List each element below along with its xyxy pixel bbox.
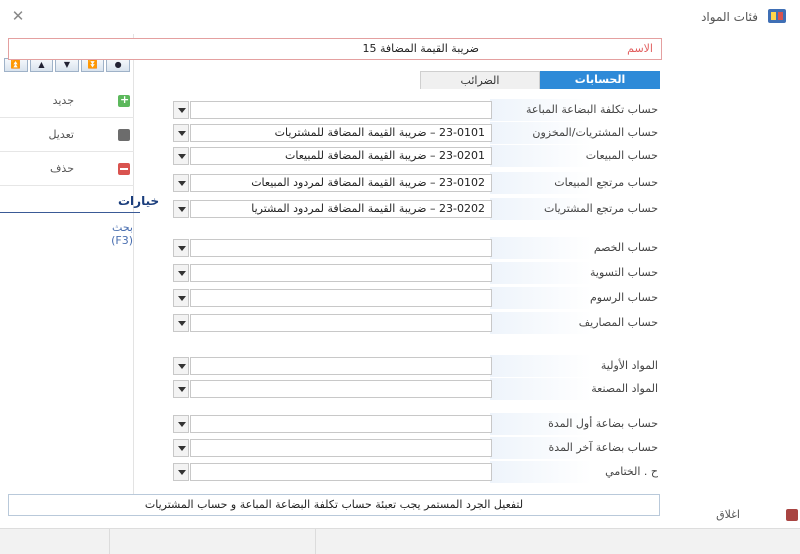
window-title: فئات المواد — [701, 10, 758, 24]
chevron-down-icon[interactable] — [173, 314, 189, 332]
purchases-account-row: حساب المشتريات/المخزون 23-0101 – ضريبة ا… — [172, 122, 660, 144]
raw-materials-select[interactable] — [190, 357, 492, 375]
last-record-button[interactable]: ⏬ — [80, 58, 105, 72]
tab-strip: الضرائب الحسابات — [420, 71, 660, 89]
delete-button[interactable]: حذف — [0, 152, 134, 186]
field-label: حساب المصاريف — [490, 312, 660, 334]
chevron-down-icon[interactable] — [173, 101, 189, 119]
purchases-return-account-select[interactable]: 23-0202 – ضريبة القيمة المضافة لمردود ال… — [190, 200, 492, 218]
tab-taxes[interactable]: الضرائب — [420, 71, 540, 89]
sales-return-account-row: حساب مرتجع المبيعات 23-0102 – ضريبة القي… — [172, 172, 660, 194]
manufactured-materials-row: المواد المصنعة — [172, 378, 660, 400]
edit-icon — [118, 129, 130, 141]
perpetual-inventory-note: لتفعيل الجرد المستمر يجب تعبئة حساب تكلف… — [8, 494, 660, 516]
options-divider — [0, 212, 140, 213]
first-record-button[interactable]: ⏫ — [4, 58, 28, 72]
search-link[interactable]: بحث (F3) — [90, 221, 133, 247]
chevron-down-icon[interactable] — [173, 289, 189, 307]
fees-account-row: حساب الرسوم — [172, 287, 660, 309]
raw-materials-row: المواد الأولية — [172, 355, 660, 377]
field-label: حساب بضاعة آخر المدة — [490, 437, 660, 459]
edit-button[interactable]: تعديل — [0, 118, 134, 152]
field-label: حساب مرتجع المشتريات — [490, 198, 660, 220]
edit-label: تعديل — [48, 128, 74, 141]
chevron-down-icon[interactable] — [173, 200, 189, 218]
opening-stock-account-select[interactable] — [190, 415, 492, 433]
chevron-down-icon[interactable] — [173, 463, 189, 481]
chevron-down-icon[interactable] — [173, 147, 189, 165]
chevron-down-icon[interactable] — [173, 264, 189, 282]
closing-stock-account-select[interactable] — [190, 439, 492, 457]
sales-account-select[interactable]: 23-0201 – ضريبة القيمة المضافة للمبيعات — [190, 147, 492, 165]
add-icon — [118, 93, 130, 107]
opening-stock-account-row: حساب بضاعة أول المدة — [172, 413, 660, 435]
chevron-down-icon[interactable] — [173, 174, 189, 192]
previous-record-button[interactable]: ▲ — [29, 58, 54, 72]
name-field[interactable]: الاسم ضريبة القيمة المضافة 15 — [8, 38, 662, 60]
field-label: حساب التسوية — [490, 262, 660, 284]
field-label: المواد الأولية — [490, 355, 660, 377]
cogs-account-select[interactable] — [190, 101, 492, 119]
next-record-button[interactable]: ▼ — [55, 58, 79, 72]
final-account-select[interactable] — [190, 463, 492, 481]
field-label: حساب المبيعات — [490, 145, 660, 167]
tab-accounts[interactable]: الحسابات — [540, 71, 660, 89]
sales-return-account-select[interactable]: 23-0102 – ضريبة القيمة المضافة لمردود ال… — [190, 174, 492, 192]
fees-account-select[interactable] — [190, 289, 492, 307]
chevron-down-icon[interactable] — [173, 439, 189, 457]
field-label: حساب بضاعة أول المدة — [490, 413, 660, 435]
options-heading: خيارات — [118, 194, 160, 208]
sales-account-row: حساب المبيعات 23-0201 – ضريبة القيمة الم… — [172, 145, 660, 167]
field-label: حساب الرسوم — [490, 287, 660, 309]
expenses-account-select[interactable] — [190, 314, 492, 332]
delete-label: حذف — [50, 162, 74, 175]
expenses-account-row: حساب المصاريف — [172, 312, 660, 334]
name-label: الاسم — [627, 42, 653, 55]
final-account-row: ح . الختامي — [172, 461, 660, 483]
chevron-down-icon[interactable] — [173, 357, 189, 375]
status-cell — [110, 529, 316, 554]
settlement-account-row: حساب التسوية — [172, 262, 660, 284]
close-icon[interactable]: ✕ — [10, 8, 26, 24]
field-label: حساب الخصم — [490, 237, 660, 259]
status-cell — [0, 529, 110, 554]
field-label: حساب المشتريات/المخزون — [490, 122, 660, 144]
field-label: المواد المصنعة — [490, 378, 660, 400]
chevron-down-icon[interactable] — [173, 124, 189, 142]
settlement-account-select[interactable] — [190, 264, 492, 282]
close-icon — [786, 509, 798, 521]
purchases-return-account-row: حساب مرتجع المشتريات 23-0202 – ضريبة الق… — [172, 198, 660, 220]
cogs-account-row: حساب تكلفة البضاعة المباعة — [172, 99, 660, 121]
new-label: جديد — [52, 94, 74, 107]
chevron-down-icon[interactable] — [173, 380, 189, 398]
chevron-down-icon[interactable] — [173, 415, 189, 433]
field-label: حساب مرتجع المبيعات — [490, 172, 660, 194]
purchases-account-select[interactable]: 23-0101 – ضريبة القيمة المضافة للمشتريات — [190, 124, 492, 142]
current-record-button[interactable]: ● — [106, 58, 130, 72]
close-label: اغلاق — [716, 508, 740, 521]
manufactured-materials-select[interactable] — [190, 380, 492, 398]
field-label: ح . الختامي — [490, 461, 660, 483]
discount-account-select[interactable] — [190, 239, 492, 257]
close-button[interactable]: اغلاق — [668, 500, 800, 530]
app-icon — [768, 9, 786, 23]
new-button[interactable]: جديد — [0, 84, 134, 118]
field-label: حساب تكلفة البضاعة المباعة — [490, 99, 660, 121]
title-bar: ✕ فئات المواد — [0, 0, 800, 34]
name-value: ضريبة القيمة المضافة 15 — [362, 42, 479, 55]
status-bar — [0, 528, 800, 554]
record-navigator: ⏫ ▲ ▼ ⏬ ● — [4, 58, 130, 72]
delete-icon — [118, 163, 130, 175]
closing-stock-account-row: حساب بضاعة آخر المدة — [172, 437, 660, 459]
navigation-panel: 1 ⏫ ▲ ▼ ⏬ ● جديد تعديل حذف خيارات بحث (F… — [0, 34, 159, 504]
discount-account-row: حساب الخصم — [172, 237, 660, 259]
chevron-down-icon[interactable] — [173, 239, 189, 257]
